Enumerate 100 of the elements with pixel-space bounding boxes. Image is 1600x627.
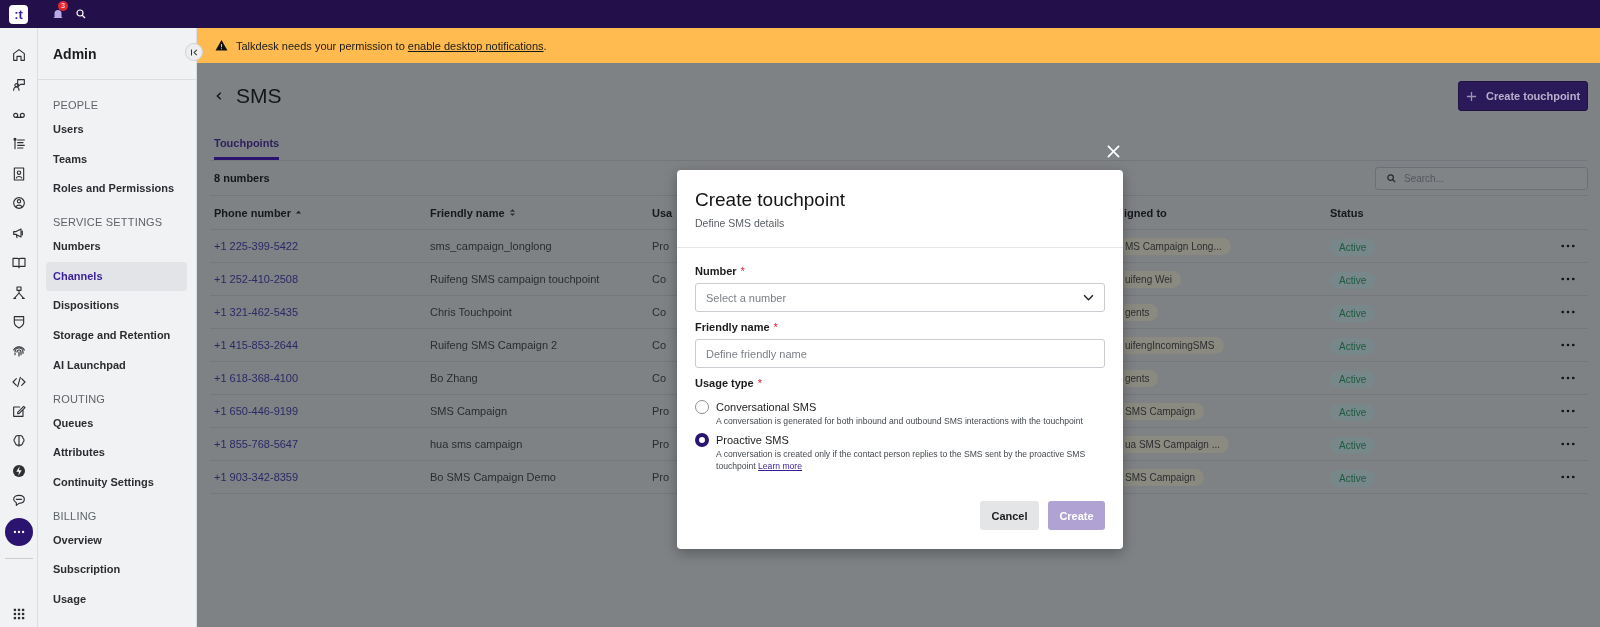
ellipsis-icon [1561, 343, 1575, 347]
table-cell-text: Co [652, 339, 668, 351]
banner-message: Talkdesk needs your permission to enable desktop notifications. [236, 39, 547, 52]
app-logo[interactable]: :t [9, 4, 28, 24]
sidebar-item[interactable]: Roles and Permissions [46, 174, 187, 205]
friendly-name-input[interactable]: Define friendly name [695, 339, 1105, 368]
required-mark: * [773, 321, 778, 333]
enable-notifications-link[interactable]: enable desktop notifications [407, 39, 544, 52]
ellipsis-icon [1561, 310, 1575, 314]
tab[interactable]: Touchpoints [214, 133, 280, 160]
table-cell-text: Pro [652, 405, 671, 417]
ellipsis-icon [1561, 277, 1575, 281]
phone-number[interactable]: +1 618-368-4100 [214, 372, 430, 384]
ellipsis-icon [1561, 376, 1575, 380]
column-header: Phone number [214, 206, 291, 219]
assignee-tag: gents [1124, 369, 1159, 387]
option-label: Conversational SMS [716, 400, 818, 415]
chevron-down-icon [1083, 294, 1094, 301]
phone-number[interactable]: +1 415-853-2644 [214, 339, 430, 351]
person-chat-icon[interactable] [10, 76, 27, 93]
sidebar-item[interactable]: Channels [46, 261, 187, 292]
section-heading: ROUTING [52, 391, 107, 407]
close-icon[interactable] [1107, 145, 1120, 158]
sidebar-item[interactable]: Attributes [46, 438, 187, 468]
status-badge: Active [1330, 470, 1376, 487]
sidebar-item[interactable]: Teams [46, 144, 187, 175]
search-icon[interactable] [75, 8, 87, 20]
lightning-icon[interactable] [10, 462, 27, 479]
table-cell-text: Co [652, 372, 668, 384]
assignee-tag: uifengIncomingSMS [1124, 336, 1224, 354]
page-title: SMS [236, 84, 282, 108]
phone-number[interactable]: +1 225-399-5422 [214, 240, 430, 252]
sidebar-item[interactable]: Queues [46, 408, 187, 439]
phone-number[interactable]: +1 252-410-2508 [214, 273, 430, 285]
column-header: igned to [1124, 206, 1167, 219]
sidebar-item[interactable]: Users [46, 115, 187, 145]
status-badge: Active [1330, 338, 1376, 355]
sidebar-item[interactable]: Numbers [46, 232, 187, 262]
bell-icon[interactable] [51, 7, 65, 21]
app-grid-icon[interactable] [11, 607, 26, 621]
table-cell-text: Bo SMS Campaign Demo [430, 471, 557, 483]
radio-button[interactable] [695, 433, 709, 447]
sidebar-item[interactable]: Overview [46, 525, 187, 556]
field-label: Usage type [695, 377, 754, 389]
phone-number[interactable]: +1 321-462-5435 [214, 306, 430, 318]
required-mark: * [740, 265, 745, 277]
dialog-title: Create touchpoint [695, 188, 846, 212]
number-count: 8 numbers [214, 172, 270, 184]
sidebar-item[interactable]: Storage and Retention [46, 321, 187, 351]
sidebar-item[interactable]: AI Launchpad [46, 350, 187, 381]
ellipsis-icon [1561, 244, 1575, 248]
phone-number[interactable]: +1 903-342-8359 [214, 471, 430, 483]
assignee-tag: ua SMS Campaign ... [1124, 435, 1230, 453]
assignee-tag: MS Campaign Long... [1124, 237, 1231, 255]
edit-icon[interactable] [10, 403, 27, 420]
phone-number[interactable]: +1 650-446-9199 [214, 405, 430, 417]
column-header: Friendly name [430, 206, 505, 219]
table-cell-text: Ruifeng SMS campaign touchpoint [430, 273, 601, 285]
table-cell-text: Chris Touchpoint [430, 306, 513, 318]
status-badge: Active [1330, 272, 1376, 289]
collapse-icon [189, 47, 199, 57]
plus-icon [1465, 90, 1477, 102]
field-label: Number [695, 265, 737, 277]
table-cell-text: Co [652, 306, 668, 318]
table-cell-text: sms_campaign_longlong [430, 240, 553, 252]
phone-number[interactable]: +1 855-768-5647 [214, 438, 430, 450]
status-badge: Active [1330, 239, 1376, 256]
home-icon[interactable] [10, 47, 27, 63]
cancel-button[interactable]: Cancel [980, 501, 1039, 530]
create-touchpoint-button[interactable]: Create touchpoint [1458, 81, 1588, 111]
ellipsis-icon [1561, 475, 1575, 479]
table-cell-text: Pro [652, 471, 671, 483]
required-mark: * [757, 377, 762, 389]
learn-more-link[interactable]: Learn more [758, 461, 802, 471]
flow-icon[interactable] [10, 284, 27, 301]
sidebar-item[interactable]: Dispositions [46, 291, 187, 322]
status-badge: Active [1330, 371, 1376, 388]
section-heading: PEOPLE [52, 98, 100, 113]
number-select[interactable]: Select a number [695, 283, 1105, 312]
table-cell-text: Ruifeng SMS Campaign 2 [430, 339, 559, 351]
table-cell-text: Pro [652, 438, 671, 450]
sidebar-title: Admin [53, 45, 97, 62]
option-label: Proactive SMS [716, 433, 790, 448]
option-description: A conversation is created only if the contact person replies to the SMS sent by the proactive SMS touchpoint Learn more [716, 448, 1087, 472]
more-apps-button[interactable] [4, 518, 33, 546]
back-icon[interactable] [214, 91, 224, 101]
chat-icon[interactable] [10, 492, 27, 509]
sidebar-item[interactable]: Continuity Settings [46, 467, 187, 498]
sidebar-item[interactable]: Usage [46, 584, 187, 615]
sidebar-item[interactable]: Subscription [46, 555, 187, 585]
column-header: Usa [652, 206, 673, 219]
ellipsis-icon [1561, 409, 1575, 413]
table-cell-text: Bo Zhang [430, 372, 479, 384]
warning-icon [215, 39, 228, 52]
section-heading: BILLING [52, 508, 98, 524]
dialog-subtitle: Define SMS details [695, 216, 786, 231]
assignee-tag: uifeng Wei [1124, 270, 1182, 288]
search-icon [1386, 172, 1397, 184]
sort-icon[interactable] [508, 208, 516, 217]
ellipsis-icon [1561, 442, 1575, 446]
